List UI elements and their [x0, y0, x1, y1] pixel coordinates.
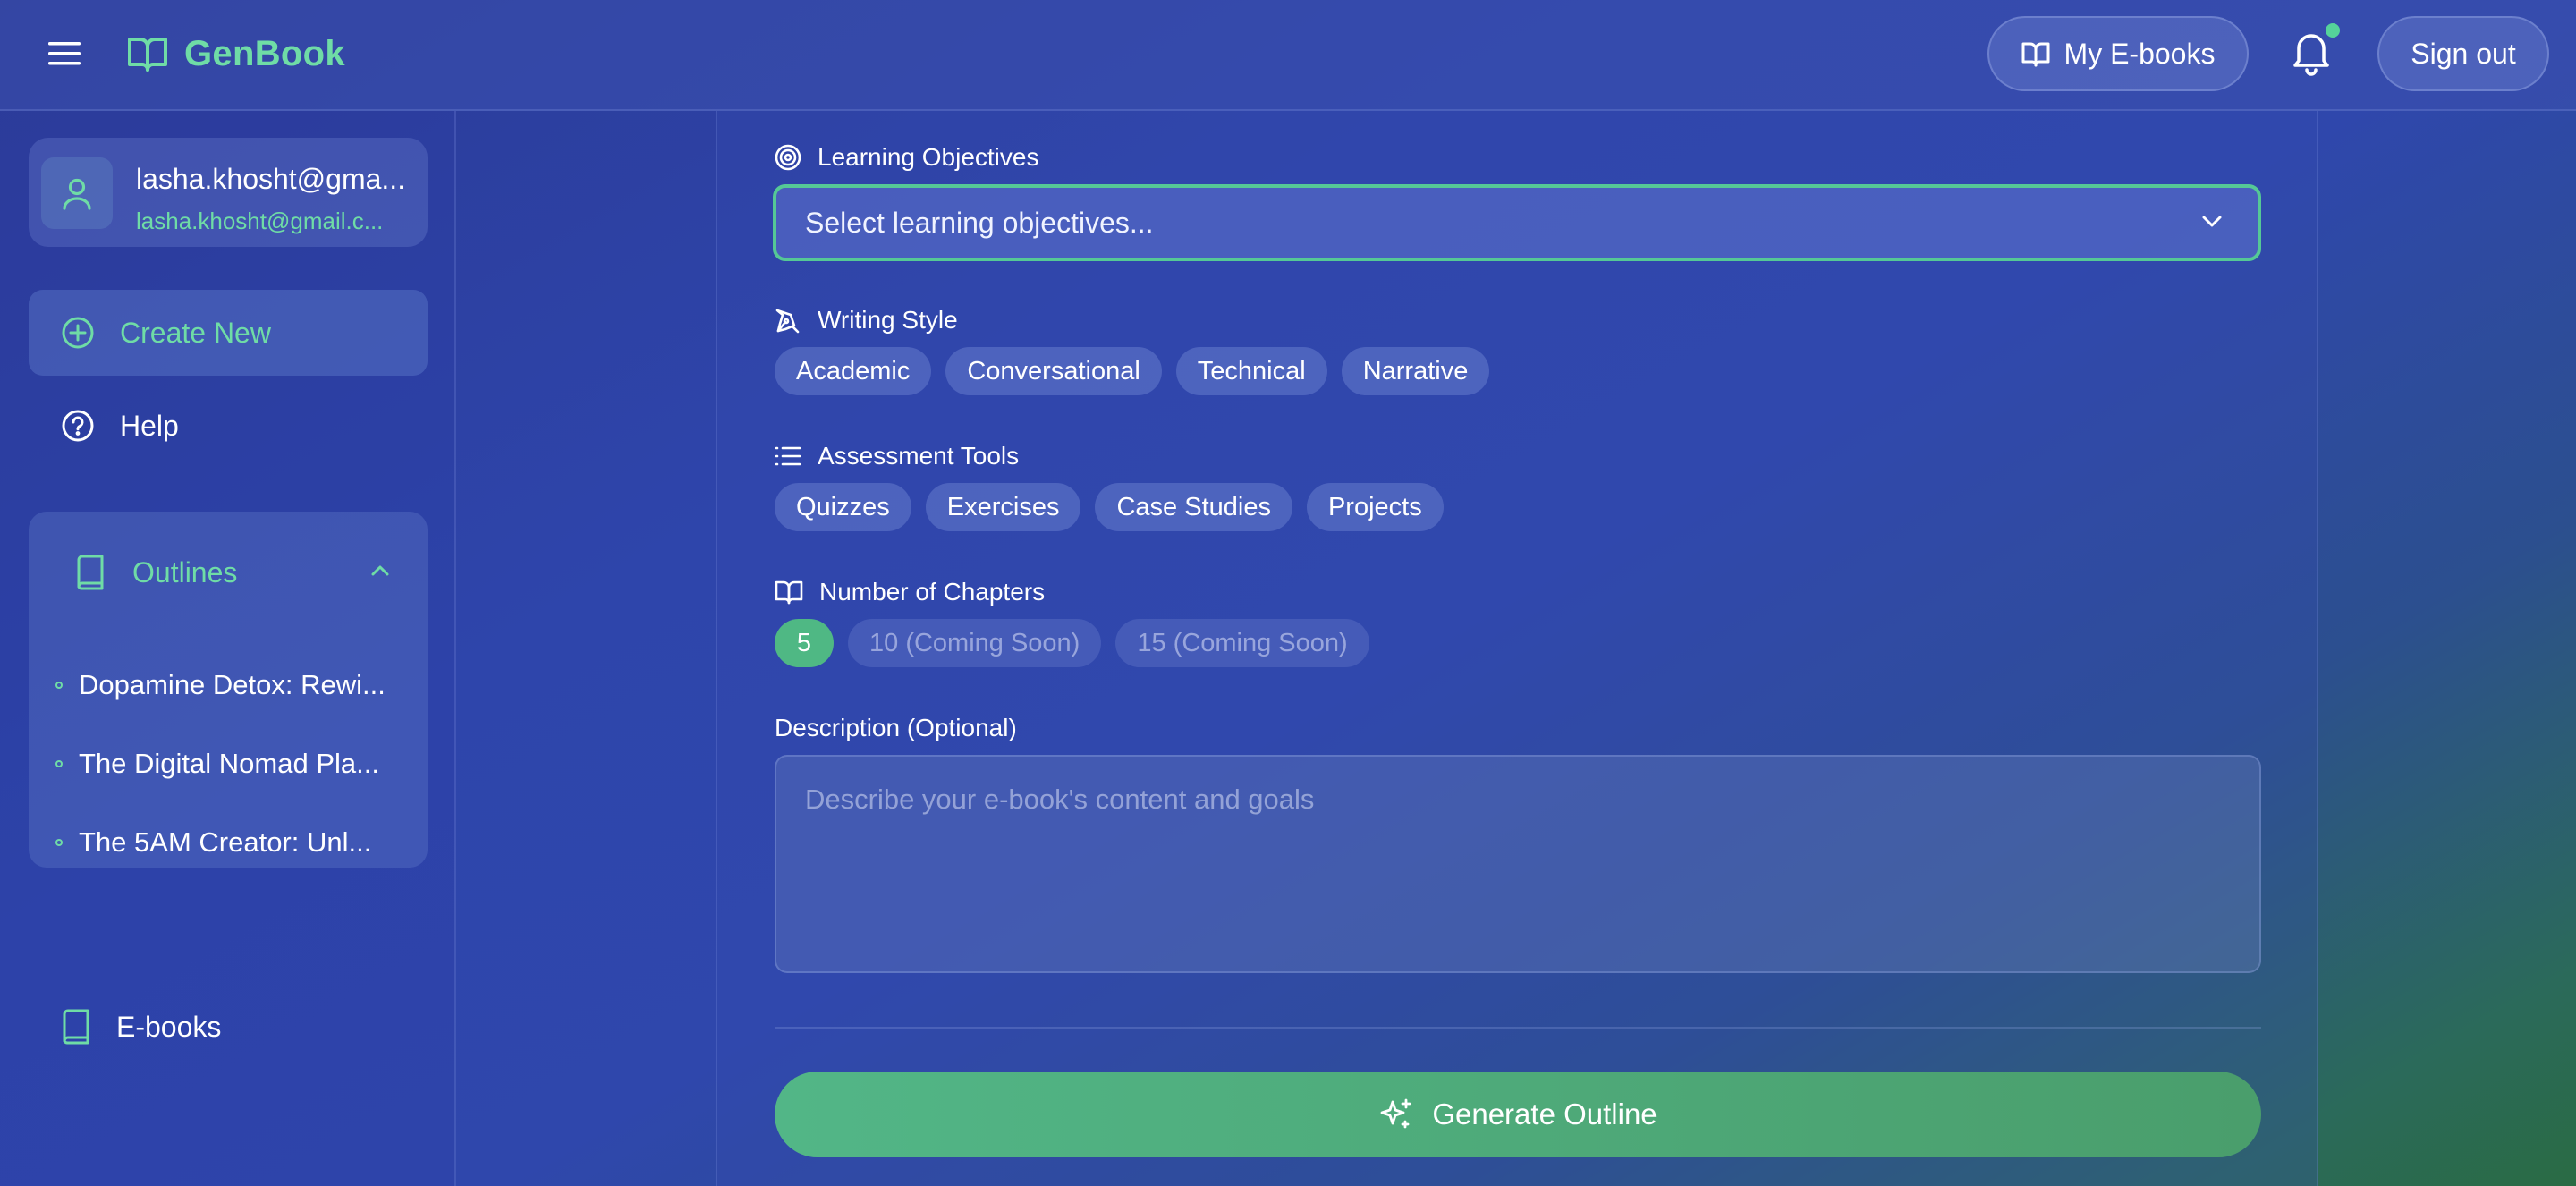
chapter-count-chip: 15 (Coming Soon)	[1115, 619, 1369, 667]
assessment-tools-options: Quizzes Exercises Case Studies Projects	[775, 483, 1444, 531]
outlines-title: Outlines	[132, 555, 238, 589]
outline-item-title: Dopamine Detox: Rewi...	[79, 669, 386, 700]
pen-tool-icon	[775, 307, 801, 334]
writing-style-label-row: Writing Style	[775, 306, 958, 335]
book-open-icon	[775, 580, 803, 605]
top-header: GenBook My E-books Sign out	[0, 0, 2576, 111]
sparkles-icon	[1378, 1097, 1414, 1132]
learning-objectives-label: Learning Objectives	[818, 143, 1039, 171]
description-label-row: Description (Optional)	[775, 714, 1017, 742]
chevron-down-icon	[2200, 213, 2224, 229]
writing-style-options: Academic Conversational Technical Narrat…	[775, 347, 1490, 395]
chapters-options: 5 10 (Coming Soon) 15 (Coming Soon)	[775, 619, 1369, 667]
my-ebooks-button[interactable]: My E-books	[1987, 16, 2249, 91]
chapter-count-chip: 10 (Coming Soon)	[848, 619, 1102, 667]
writing-style-chip[interactable]: Technical	[1175, 347, 1327, 395]
notification-dot	[2326, 23, 2340, 38]
bullet-icon	[55, 682, 63, 689]
description-placeholder: Describe your e-book's content and goals	[805, 784, 1315, 815]
writing-style-label: Writing Style	[818, 306, 958, 334]
chevron-up-icon	[370, 563, 390, 578]
ebooks-label: E-books	[116, 1010, 222, 1043]
learning-objectives-label-row: Learning Objectives	[775, 143, 1038, 172]
create-new-label: Create New	[120, 316, 271, 349]
assessment-tool-chip[interactable]: Case Studies	[1095, 483, 1292, 531]
assessment-tool-chip[interactable]: Projects	[1306, 483, 1444, 531]
user-name: lasha.khosht@gma...	[136, 163, 406, 195]
create-new-button[interactable]: Create New	[29, 290, 428, 376]
bullet-icon	[55, 839, 63, 846]
list-icon	[775, 445, 801, 468]
brand-name: GenBook	[184, 33, 345, 73]
outlines-toggle[interactable]: Outlines	[29, 529, 428, 615]
book-icon	[61, 1009, 91, 1045]
assessment-tool-chip[interactable]: Quizzes	[775, 483, 911, 531]
outline-item[interactable]: The Digital Nomad Pla...	[55, 737, 422, 791]
sign-out-button[interactable]: Sign out	[2377, 16, 2549, 91]
assessment-tools-label-row: Assessment Tools	[775, 442, 1019, 470]
help-circle-icon	[61, 409, 95, 443]
learning-objectives-placeholder: Select learning objectives...	[805, 206, 1154, 239]
assessment-tools-label: Assessment Tools	[818, 442, 1020, 470]
book-icon	[75, 555, 106, 590]
writing-style-chip[interactable]: Conversational	[945, 347, 1162, 395]
outlines-section: Outlines Dopamine Detox: Rewi... The Dig…	[29, 512, 428, 868]
chapter-count-chip-selected[interactable]: 5	[775, 619, 834, 667]
outline-item-title: The 5AM Creator: Unl...	[79, 826, 372, 858]
assessment-tool-chip[interactable]: Exercises	[925, 483, 1081, 531]
description-label: Description (Optional)	[775, 714, 1017, 741]
learning-objectives-select[interactable]: Select learning objectives...	[773, 184, 2261, 261]
user-email: lasha.khosht@gmail.c...	[136, 208, 384, 234]
bullet-icon	[55, 760, 63, 767]
menu-icon[interactable]	[47, 36, 82, 72]
writing-style-chip[interactable]: Narrative	[1341, 347, 1490, 395]
generate-outline-button[interactable]: Generate Outline	[775, 1072, 2261, 1157]
outline-item-title: The Digital Nomad Pla...	[79, 748, 379, 779]
chapters-label-row: Number of Chapters	[775, 578, 1045, 606]
book-open-icon	[2021, 40, 2050, 67]
outline-item[interactable]: The 5AM Creator: Unl...	[55, 816, 422, 869]
user-card[interactable]: lasha.khosht@gma... lasha.khosht@gmail.c…	[29, 138, 428, 247]
my-ebooks-label: My E-books	[2063, 37, 2216, 70]
help-label: Help	[120, 409, 179, 442]
brand-logo[interactable]: GenBook	[127, 27, 345, 80]
generate-outline-label: Generate Outline	[1432, 1097, 1657, 1131]
sidebar: lasha.khosht@gma... lasha.khosht@gmail.c…	[0, 111, 456, 1186]
writing-style-chip[interactable]: Academic	[775, 347, 932, 395]
plus-circle-icon	[61, 316, 95, 350]
help-link[interactable]: Help	[29, 383, 428, 469]
target-icon	[775, 144, 801, 171]
divider	[775, 1027, 2261, 1029]
sidebar-item-ebooks[interactable]: E-books	[29, 984, 428, 1070]
open-book-icon	[127, 34, 168, 73]
user-avatar-icon	[41, 157, 113, 229]
chapters-label: Number of Chapters	[819, 578, 1046, 606]
outline-item[interactable]: Dopamine Detox: Rewi...	[55, 658, 422, 712]
description-textarea[interactable]: Describe your e-book's content and goals	[775, 755, 2261, 973]
